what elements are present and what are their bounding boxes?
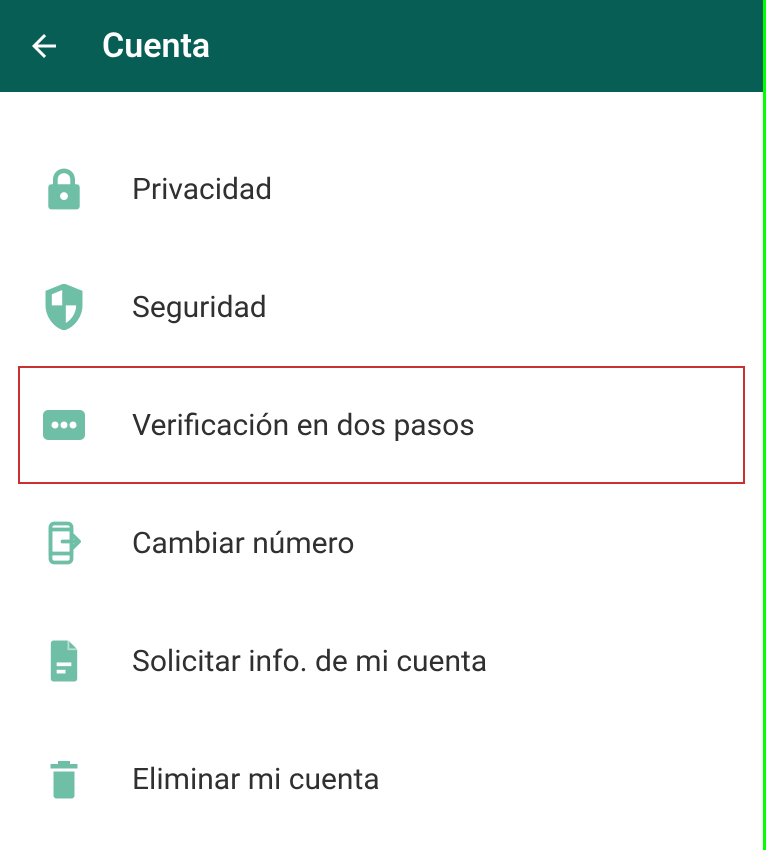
trash-icon <box>42 757 86 801</box>
app-header: Cuenta <box>0 0 763 92</box>
menu-item-label: Cambiar número <box>132 526 355 561</box>
lock-icon <box>42 167 86 211</box>
account-menu: Privacidad Seguridad V <box>0 92 763 838</box>
shield-icon <box>42 285 86 329</box>
dots-card-icon <box>42 403 86 447</box>
menu-item-delete-account[interactable]: Eliminar mi cuenta <box>0 720 763 838</box>
menu-item-two-step-verification[interactable]: Verificación en dos pasos <box>18 366 745 484</box>
menu-item-label: Privacidad <box>132 172 272 207</box>
phone-transfer-icon <box>42 521 86 565</box>
menu-item-change-number[interactable]: Cambiar número <box>0 484 763 602</box>
menu-item-security[interactable]: Seguridad <box>0 248 763 366</box>
page-title: Cuenta <box>102 26 210 66</box>
menu-item-label: Solicitar info. de mi cuenta <box>132 644 487 679</box>
menu-item-label: Eliminar mi cuenta <box>132 762 380 797</box>
document-icon <box>42 639 86 683</box>
back-button[interactable] <box>24 26 64 66</box>
menu-item-request-account-info[interactable]: Solicitar info. de mi cuenta <box>0 602 763 720</box>
arrow-left-icon <box>26 28 62 64</box>
menu-item-privacy[interactable]: Privacidad <box>0 130 763 248</box>
menu-item-label: Seguridad <box>132 290 267 325</box>
menu-item-label: Verificación en dos pasos <box>132 408 475 443</box>
